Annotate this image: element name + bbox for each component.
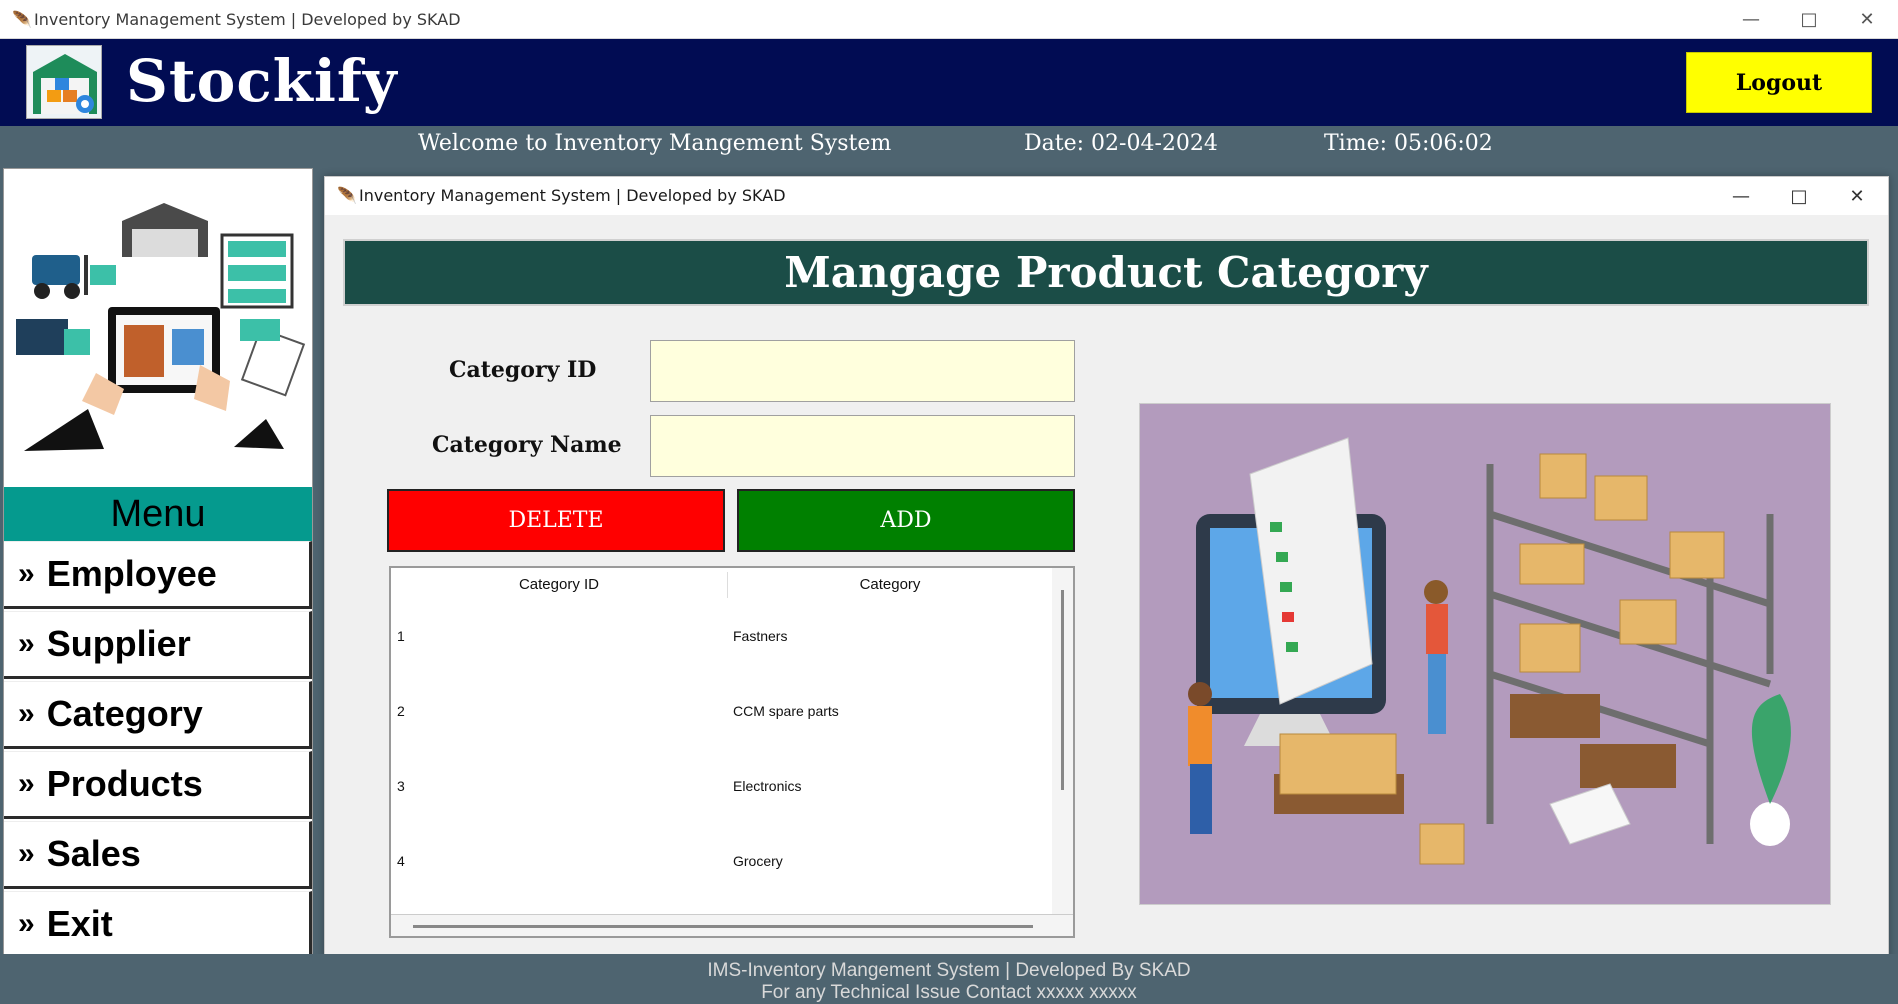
cell-category: Fastners (733, 628, 788, 644)
chevron-right-icon: » (18, 767, 35, 800)
menu-title: Menu (4, 487, 312, 541)
dialog-title: Inventory Management System | Developed … (359, 186, 786, 205)
cell-category: Electronics (733, 778, 802, 794)
sidebar-item-products[interactable]: » Products (4, 751, 312, 819)
inventory-illustration (4, 169, 312, 487)
sidebar-item-label: Products (46, 763, 203, 804)
column-header-category[interactable]: Category (728, 568, 1052, 600)
minimize-icon[interactable]: — (1712, 177, 1770, 215)
add-button[interactable]: ADD (737, 489, 1075, 552)
column-header-category-id[interactable]: Category ID (391, 568, 727, 600)
feather-icon: 🪶 (337, 186, 357, 205)
app-name: Stockify (126, 47, 398, 115)
cell-category-id: 4 (397, 853, 405, 869)
date-text: Date: 02-04-2024 (1024, 131, 1218, 156)
window-title: Inventory Management System | Developed … (34, 10, 461, 29)
sidebar-item-label: Category (46, 693, 203, 734)
sidebar-item-category[interactable]: » Category (4, 681, 312, 749)
category-table: Category ID Category 1 Fastners 2 CCM sp… (389, 566, 1075, 938)
warehouse-illustration (1139, 403, 1831, 905)
sidebar-item-label: Supplier (46, 623, 191, 664)
footer-line-2: For any Technical Issue Contact xxxxx xx… (761, 982, 1137, 1003)
chevron-right-icon: » (18, 627, 35, 660)
chevron-right-icon: » (18, 907, 35, 940)
category-id-field[interactable] (650, 340, 1075, 402)
close-icon[interactable]: ✕ (1828, 177, 1886, 215)
horizontal-scrollbar[interactable] (391, 914, 1073, 936)
sidebar-item-exit[interactable]: » Exit (4, 891, 312, 959)
sidebar: Menu » Employee » Supplier » Category » … (3, 168, 313, 959)
sidebar-item-sales[interactable]: » Sales (4, 821, 312, 889)
delete-button[interactable]: DELETE (387, 489, 725, 552)
sidebar-item-label: Exit (46, 903, 113, 944)
chevron-right-icon: » (18, 697, 35, 730)
minimize-icon[interactable]: — (1722, 0, 1780, 39)
sidebar-item-employee[interactable]: » Employee (4, 541, 312, 609)
cell-category-id: 3 (397, 778, 405, 794)
footer: IMS-Inventory Mangement System | Develop… (0, 954, 1898, 1004)
scroll-thumb[interactable] (413, 925, 1033, 928)
maximize-icon[interactable]: □ (1780, 0, 1838, 39)
category-name-field[interactable] (650, 415, 1075, 477)
sidebar-item-label: Employee (46, 553, 217, 594)
window-titlebar: 🪶 Inventory Management System | Develope… (0, 0, 1898, 39)
close-icon[interactable]: ✕ (1838, 0, 1896, 39)
category-name-label: Category Name (432, 432, 622, 458)
info-bar: Welcome to Inventory Mangement System Da… (0, 126, 1898, 165)
warehouse-logo-icon (26, 45, 102, 119)
category-dialog: 🪶 Inventory Management System | Develope… (324, 176, 1889, 963)
chevron-right-icon: » (18, 837, 35, 870)
sidebar-item-label: Sales (46, 833, 141, 874)
cell-category-id: 2 (397, 703, 405, 719)
time-text: Time: 05:06:02 (1324, 131, 1493, 156)
dialog-titlebar: 🪶 Inventory Management System | Develope… (325, 177, 1888, 215)
cell-category-id: 1 (397, 628, 405, 644)
cell-category: Grocery (733, 853, 783, 869)
footer-line-1: IMS-Inventory Mangement System | Develop… (707, 960, 1191, 981)
maximize-icon[interactable]: □ (1770, 177, 1828, 215)
app-header: Stockify Logout (0, 39, 1898, 126)
sidebar-item-supplier[interactable]: » Supplier (4, 611, 312, 679)
vertical-scrollbar[interactable] (1052, 568, 1073, 914)
feather-icon: 🪶 (12, 10, 32, 29)
logout-button[interactable]: Logout (1686, 52, 1872, 113)
cell-category: CCM spare parts (733, 703, 839, 719)
page-title: Mangage Product Category (343, 239, 1869, 306)
welcome-text: Welcome to Inventory Mangement System (418, 131, 892, 156)
chevron-right-icon: » (18, 557, 35, 590)
category-id-label: Category ID (449, 357, 597, 383)
scroll-thumb[interactable] (1061, 590, 1064, 790)
